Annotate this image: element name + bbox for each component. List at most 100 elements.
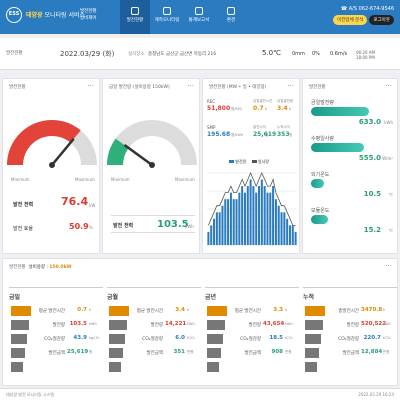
env-unit: ℃ xyxy=(388,192,394,197)
chart-bar xyxy=(246,186,249,245)
location-text: 충청남도 금산군 금산면 목동리 216 xyxy=(148,52,217,57)
generation-gauge-card: 발전현황 ··· Minimum Maximum 발전 전력 76.4 kW 발… xyxy=(2,78,100,254)
side-menu[interactable]: 발전현황 장비제어 xyxy=(80,8,97,22)
period-row-value: 43,654 xyxy=(263,321,285,327)
chart-icon xyxy=(131,7,139,15)
period-bar-icon xyxy=(207,334,223,344)
footer: 태양광 발전 모니터링 시스템 2022.03.29 16:24 xyxy=(0,388,400,400)
env-label: 금일발전량 xyxy=(311,100,335,106)
period-bar-icon xyxy=(11,320,29,330)
footer-left: 태양광 발전 모니터링 시스템 xyxy=(6,392,54,397)
period-row-unit: h xyxy=(383,308,386,312)
chart-bar xyxy=(280,212,283,245)
chart-bar xyxy=(286,218,289,245)
env-bar xyxy=(311,143,364,152)
period-row-label: CO₂절감량 xyxy=(44,337,65,342)
daily-gauge xyxy=(107,120,197,168)
env-icon xyxy=(227,7,235,15)
period-row-value: 18.5 xyxy=(269,335,283,341)
env-value: 10.5 xyxy=(363,190,381,198)
chart-bar xyxy=(274,199,277,245)
tab-monitoring[interactable]: 계측모니터링 xyxy=(152,0,182,34)
header-info: ☎ A/S 062-674-9546 이전업체 분석 로그아웃 xyxy=(331,6,394,25)
period-panel-2: 금년 평균 발전시간 3.3 h 발전량 43,654 kWh CO₂절감량 18.5 tCO₂ 발… xyxy=(205,287,299,381)
more-icon[interactable]: ··· xyxy=(87,82,94,90)
period-name: 금월 xyxy=(107,294,119,301)
period-row-unit: 원 xyxy=(89,350,93,354)
tab-generation[interactable]: 발전현황 xyxy=(120,0,150,34)
info-label: 발전현황 xyxy=(6,51,23,56)
section-title: 발전현황 설비용량 : 150.0kW xyxy=(9,265,72,270)
chart-bar xyxy=(249,179,252,245)
period-row-unit: tCO₂ xyxy=(187,336,195,340)
chart-bar xyxy=(213,218,216,245)
tab-report[interactable]: 통계보고서 xyxy=(184,0,214,34)
more-icon[interactable]: ··· xyxy=(187,82,194,90)
stats-unit: h xyxy=(289,107,292,111)
stats-unit: 원 xyxy=(265,133,269,137)
chart-bar xyxy=(238,192,241,245)
chart-bar xyxy=(215,212,218,245)
period-panel-3: 누적 총발전시간 3470.8 h 발전량 520,522 kWh CO₂절감량 220.7 tC… xyxy=(303,287,397,381)
chart-bar xyxy=(258,186,261,245)
period-row-unit: kWh xyxy=(285,322,293,326)
generation-chart xyxy=(207,171,297,246)
date-display: 2022.03/29 (화) xyxy=(60,50,115,58)
sun-times: 06:20 AM 18:00 PM xyxy=(356,50,375,60)
power-unit: kW xyxy=(89,203,96,208)
rainfall: 0mm xyxy=(292,51,305,57)
chart-bar xyxy=(221,205,224,245)
period-bar-icon xyxy=(207,306,227,316)
chart-bar xyxy=(266,192,269,245)
period-row-unit: h xyxy=(187,308,190,312)
period-bar-icon xyxy=(11,334,27,344)
stats-chart-card: 발전현황 (MW • 일 • 태양광) ··· REC 51,800 원/REC 0.… xyxy=(202,78,300,254)
period-row-value: 3.3 xyxy=(273,307,283,313)
stats-value: 51,800 xyxy=(207,105,231,112)
period-bar-icon xyxy=(109,362,121,372)
tab-env[interactable]: 환경 xyxy=(216,0,246,34)
stats-sublabel: 금일발전시간 xyxy=(253,99,273,103)
period-row-unit: tCO₂ xyxy=(285,336,293,340)
humidity: 0% xyxy=(312,51,320,57)
chart-bar xyxy=(218,212,221,245)
chart-bar xyxy=(277,205,280,245)
wind-speed: 0.6m/s xyxy=(330,51,348,57)
chart-legend: 발전량 일사량 xyxy=(229,159,269,165)
period-row-value: 220.7 xyxy=(363,335,381,341)
period-row-value: 0.7 xyxy=(77,307,87,313)
period-row-label: 발전금액 xyxy=(342,351,359,356)
period-bar-icon xyxy=(109,306,129,316)
chart-bar xyxy=(241,186,244,245)
period-row-value: 908 xyxy=(271,349,283,355)
gauge-max: Maximum xyxy=(75,177,95,182)
more-icon[interactable]: ··· xyxy=(287,82,294,90)
efficiency-unit: % xyxy=(89,225,93,230)
stats-key: SMP xyxy=(207,125,216,130)
stats-unit: 원/kWh xyxy=(231,133,244,137)
chart-bar xyxy=(288,225,291,245)
logout-button[interactable]: 로그아웃 xyxy=(369,15,394,25)
more-icon[interactable]: ··· xyxy=(385,82,392,90)
brand-title: 태양광 모니터링 서비스 xyxy=(26,12,86,19)
stats-table: REC 51,800 원/REC 0.7 h 금일발전시간 3.4 h 금일발전량 SMP 195.… xyxy=(207,99,297,151)
period-row-value: 25,619 xyxy=(67,349,89,355)
footer-right: 2022.03.29 16:24 xyxy=(358,392,394,397)
env-value: 555.0 xyxy=(358,154,381,162)
period-name: 금일 xyxy=(9,294,21,301)
info-bar: 발전현황 2022.03/29 (화) 설치장소 충청남도 금산군 금산면 목동… xyxy=(0,38,400,70)
summary-section: 발전현황 설비용량 : 150.0kW ··· 금일 평균 발전시간 0.7 h 발전량… xyxy=(2,258,398,386)
stats-sublabel: 발전수익 xyxy=(253,125,266,129)
period-bar-icon xyxy=(305,306,325,316)
stats-value: 0.7 xyxy=(253,105,264,112)
environment-card: 발전현황 ··· 금일발전량 633.0 kWh 수평일사량 555.0 W/m² 외기온도… xyxy=(302,78,398,254)
period-row-label: CO₂절감량 xyxy=(240,337,261,342)
more-icon[interactable]: ··· xyxy=(385,262,392,270)
card-title: 금일 발전량 (설비용량 150kW) xyxy=(109,85,170,90)
period-bar-icon xyxy=(11,306,31,316)
chart-bar xyxy=(224,199,227,245)
compare-button[interactable]: 이전업체 분석 xyxy=(333,15,368,25)
period-row-value: 520,522 xyxy=(361,321,387,327)
period-row-unit: 만원 xyxy=(285,350,292,354)
chart-bar xyxy=(269,192,272,245)
